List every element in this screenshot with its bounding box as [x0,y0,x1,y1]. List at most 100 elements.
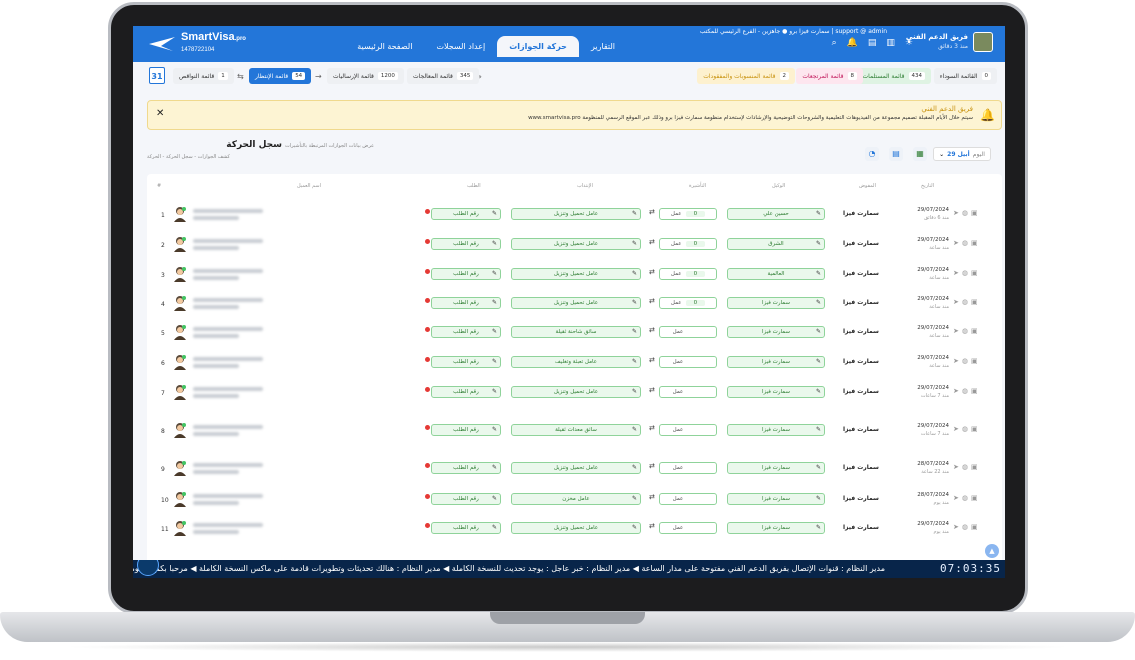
table-row[interactable]: 3 رقم الطلب ✎ عامل تحميل وتنزيل ✎ ⇄ عمل … [147,260,1002,290]
queue-blacklist[interactable]: 0 القائمة السوداء [933,68,997,84]
swap-icon[interactable]: ⇄ [649,326,655,334]
request-button[interactable]: رقم الطلب ✎ [431,424,501,436]
send-icon[interactable]: ➤ [953,239,962,247]
visa-field[interactable]: عمل [659,462,717,474]
theme-icon[interactable]: ☀ [905,38,913,48]
messages-icon[interactable]: ▤ [868,38,877,48]
visa-field[interactable]: عمل 0 [659,208,717,220]
web-icon[interactable]: ◍ [962,425,971,433]
request-button[interactable]: رقم الطلب ✎ [431,238,501,250]
passport-icon[interactable]: ▣ [971,463,981,471]
agent-button[interactable]: سمارت فيزا ✎ [727,522,825,534]
table-row[interactable]: 7 رقم الطلب ✎ عامل تحميل وتنزيل ✎ ⇄ عمل … [147,378,1002,408]
queue-received[interactable]: 434 قائمة المستلمات [856,68,931,84]
assignment-button[interactable]: عامل تعبئة وتغليف ✎ [511,356,641,368]
assignment-button[interactable]: عامل تحميل وتنزيل ✎ [511,268,641,280]
table-row[interactable]: 10 رقم الطلب ✎ عامل مخزن ✎ ⇄ عمل سمارت ف… [147,485,1002,515]
visa-field[interactable]: عمل [659,424,717,436]
filter-icon[interactable]: ◔ [865,147,879,161]
excel-export-icon[interactable]: ▦ [913,147,927,161]
send-icon[interactable]: ➤ [953,523,962,531]
agent-button[interactable]: حسين علي ✎ [727,208,825,220]
calendar-icon[interactable]: 31 [149,67,165,84]
chatbot-icon[interactable] [137,560,159,576]
web-icon[interactable]: ◍ [962,357,971,365]
web-icon[interactable]: ◍ [962,494,971,502]
table-row[interactable]: 1 رقم الطلب ✎ عامل تحميل وتنزيل ✎ ⇄ عمل … [147,200,1002,230]
swap-icon[interactable]: ⇄ [649,424,655,432]
table-row[interactable]: 9 رقم الطلب ✎ عامل تحميل وتنزيل ✎ ⇄ عمل … [147,454,1002,484]
web-icon[interactable]: ◍ [962,387,971,395]
scroll-top-button[interactable]: ▲ [985,544,999,558]
tab-records-setup[interactable]: إعداد السجلات [424,36,497,57]
agent-button[interactable]: سمارت فيزا ✎ [727,424,825,436]
breadcrumb[interactable]: كشف الجوازات - سجل الحركة - الحركة [147,154,230,160]
swap-icon[interactable]: ⇄ [649,297,655,305]
passport-icon[interactable]: ▣ [971,239,981,247]
passport-icon[interactable]: ▣ [971,425,981,433]
agent-button[interactable]: سمارت فيزا ✎ [727,356,825,368]
assignment-button[interactable]: عامل تحميل وتنزيل ✎ [511,386,641,398]
passport-icon[interactable]: ▣ [971,209,981,217]
logo[interactable]: SmartVisa.pro 1478722104 [147,32,246,56]
assignment-button[interactable]: عامل تحميل وتنزيل ✎ [511,238,641,250]
send-icon[interactable]: ➤ [953,298,962,306]
request-button[interactable]: رقم الطلب ✎ [431,356,501,368]
flow-shipments[interactable]: 1200 قائمة الإرساليات [327,68,404,84]
web-icon[interactable]: ◍ [962,327,971,335]
passport-icon[interactable]: ▣ [971,298,981,306]
close-icon[interactable]: ✕ [156,108,164,119]
send-icon[interactable]: ➤ [953,494,962,502]
swap-icon[interactable]: ⇄ [649,238,655,246]
send-icon[interactable]: ➤ [953,327,962,335]
agent-button[interactable]: سمارت فيزا ✎ [727,326,825,338]
table-row[interactable]: 11 رقم الطلب ✎ عامل تحميل وتنزيل ✎ ⇄ عمل… [147,514,1002,544]
tab-passport-movement[interactable]: حركة الجوازات [497,36,579,57]
table-row[interactable]: 2 رقم الطلب ✎ عامل تحميل وتنزيل ✎ ⇄ عمل … [147,230,1002,260]
visa-field[interactable]: عمل [659,493,717,505]
send-icon[interactable]: ➤ [953,357,962,365]
passport-icon[interactable]: ▣ [971,327,981,335]
request-button[interactable]: رقم الطلب ✎ [431,462,501,474]
assignment-button[interactable]: عامل تحميل وتنزيل ✎ [511,297,641,309]
notification-icon[interactable]: 🔔 [847,38,858,48]
swap-icon[interactable]: ⇄ [649,356,655,364]
flow-waiting[interactable]: 54 قائمة الإنتظار [249,68,312,84]
send-icon[interactable]: ➤ [953,209,962,217]
request-button[interactable]: رقم الطلب ✎ [431,268,501,280]
visa-field[interactable]: عمل 0 [659,268,717,280]
passport-icon[interactable]: ▣ [971,387,981,395]
visa-field[interactable]: عمل [659,386,717,398]
request-button[interactable]: رقم الطلب ✎ [431,522,501,534]
agent-button[interactable]: سمارت فيزا ✎ [727,386,825,398]
swap-icon[interactable]: ⇄ [649,268,655,276]
visa-field[interactable]: عمل 0 [659,238,717,250]
agent-button[interactable]: سمارت فيزا ✎ [727,462,825,474]
visa-field[interactable]: عمل [659,356,717,368]
assignment-button[interactable]: سائق شاحنة ثقيلة ✎ [511,326,641,338]
send-icon[interactable]: ➤ [953,463,962,471]
swap-icon[interactable]: ⇄ [649,493,655,501]
web-icon[interactable]: ◍ [962,269,971,277]
table-row[interactable]: 4 رقم الطلب ✎ عامل تحميل وتنزيل ✎ ⇄ عمل … [147,289,1002,319]
visa-field[interactable]: عمل 0 [659,297,717,309]
send-icon[interactable]: ➤ [953,425,962,433]
swap-icon[interactable]: ⇄ [649,522,655,530]
search-icon[interactable]: ⌕ [832,38,837,48]
table-row[interactable]: 8 رقم الطلب ✎ سائق معدات ثقيلة ✎ ⇄ عمل س… [147,416,1002,446]
flow-shortages[interactable]: 1 قائمة النواقص [173,68,234,84]
agent-button[interactable]: الشرق ✎ [727,238,825,250]
request-button[interactable]: رقم الطلب ✎ [431,208,501,220]
tab-home[interactable]: الصفحة الرئيسية [345,36,424,57]
passport-icon[interactable]: ▣ [971,357,981,365]
request-button[interactable]: رقم الطلب ✎ [431,386,501,398]
request-button[interactable]: رقم الطلب ✎ [431,326,501,338]
web-icon[interactable]: ◍ [962,298,971,306]
send-icon[interactable]: ➤ [953,387,962,395]
agent-button[interactable]: سمارت فيزا ✎ [727,297,825,309]
stats-icon[interactable]: ▥ [886,38,895,48]
swap-icon[interactable]: ⇄ [649,386,655,394]
swap-icon[interactable]: ⇄ [649,208,655,216]
web-icon[interactable]: ◍ [962,523,971,531]
assignment-button[interactable]: عامل تحميل وتنزيل ✎ [511,462,641,474]
